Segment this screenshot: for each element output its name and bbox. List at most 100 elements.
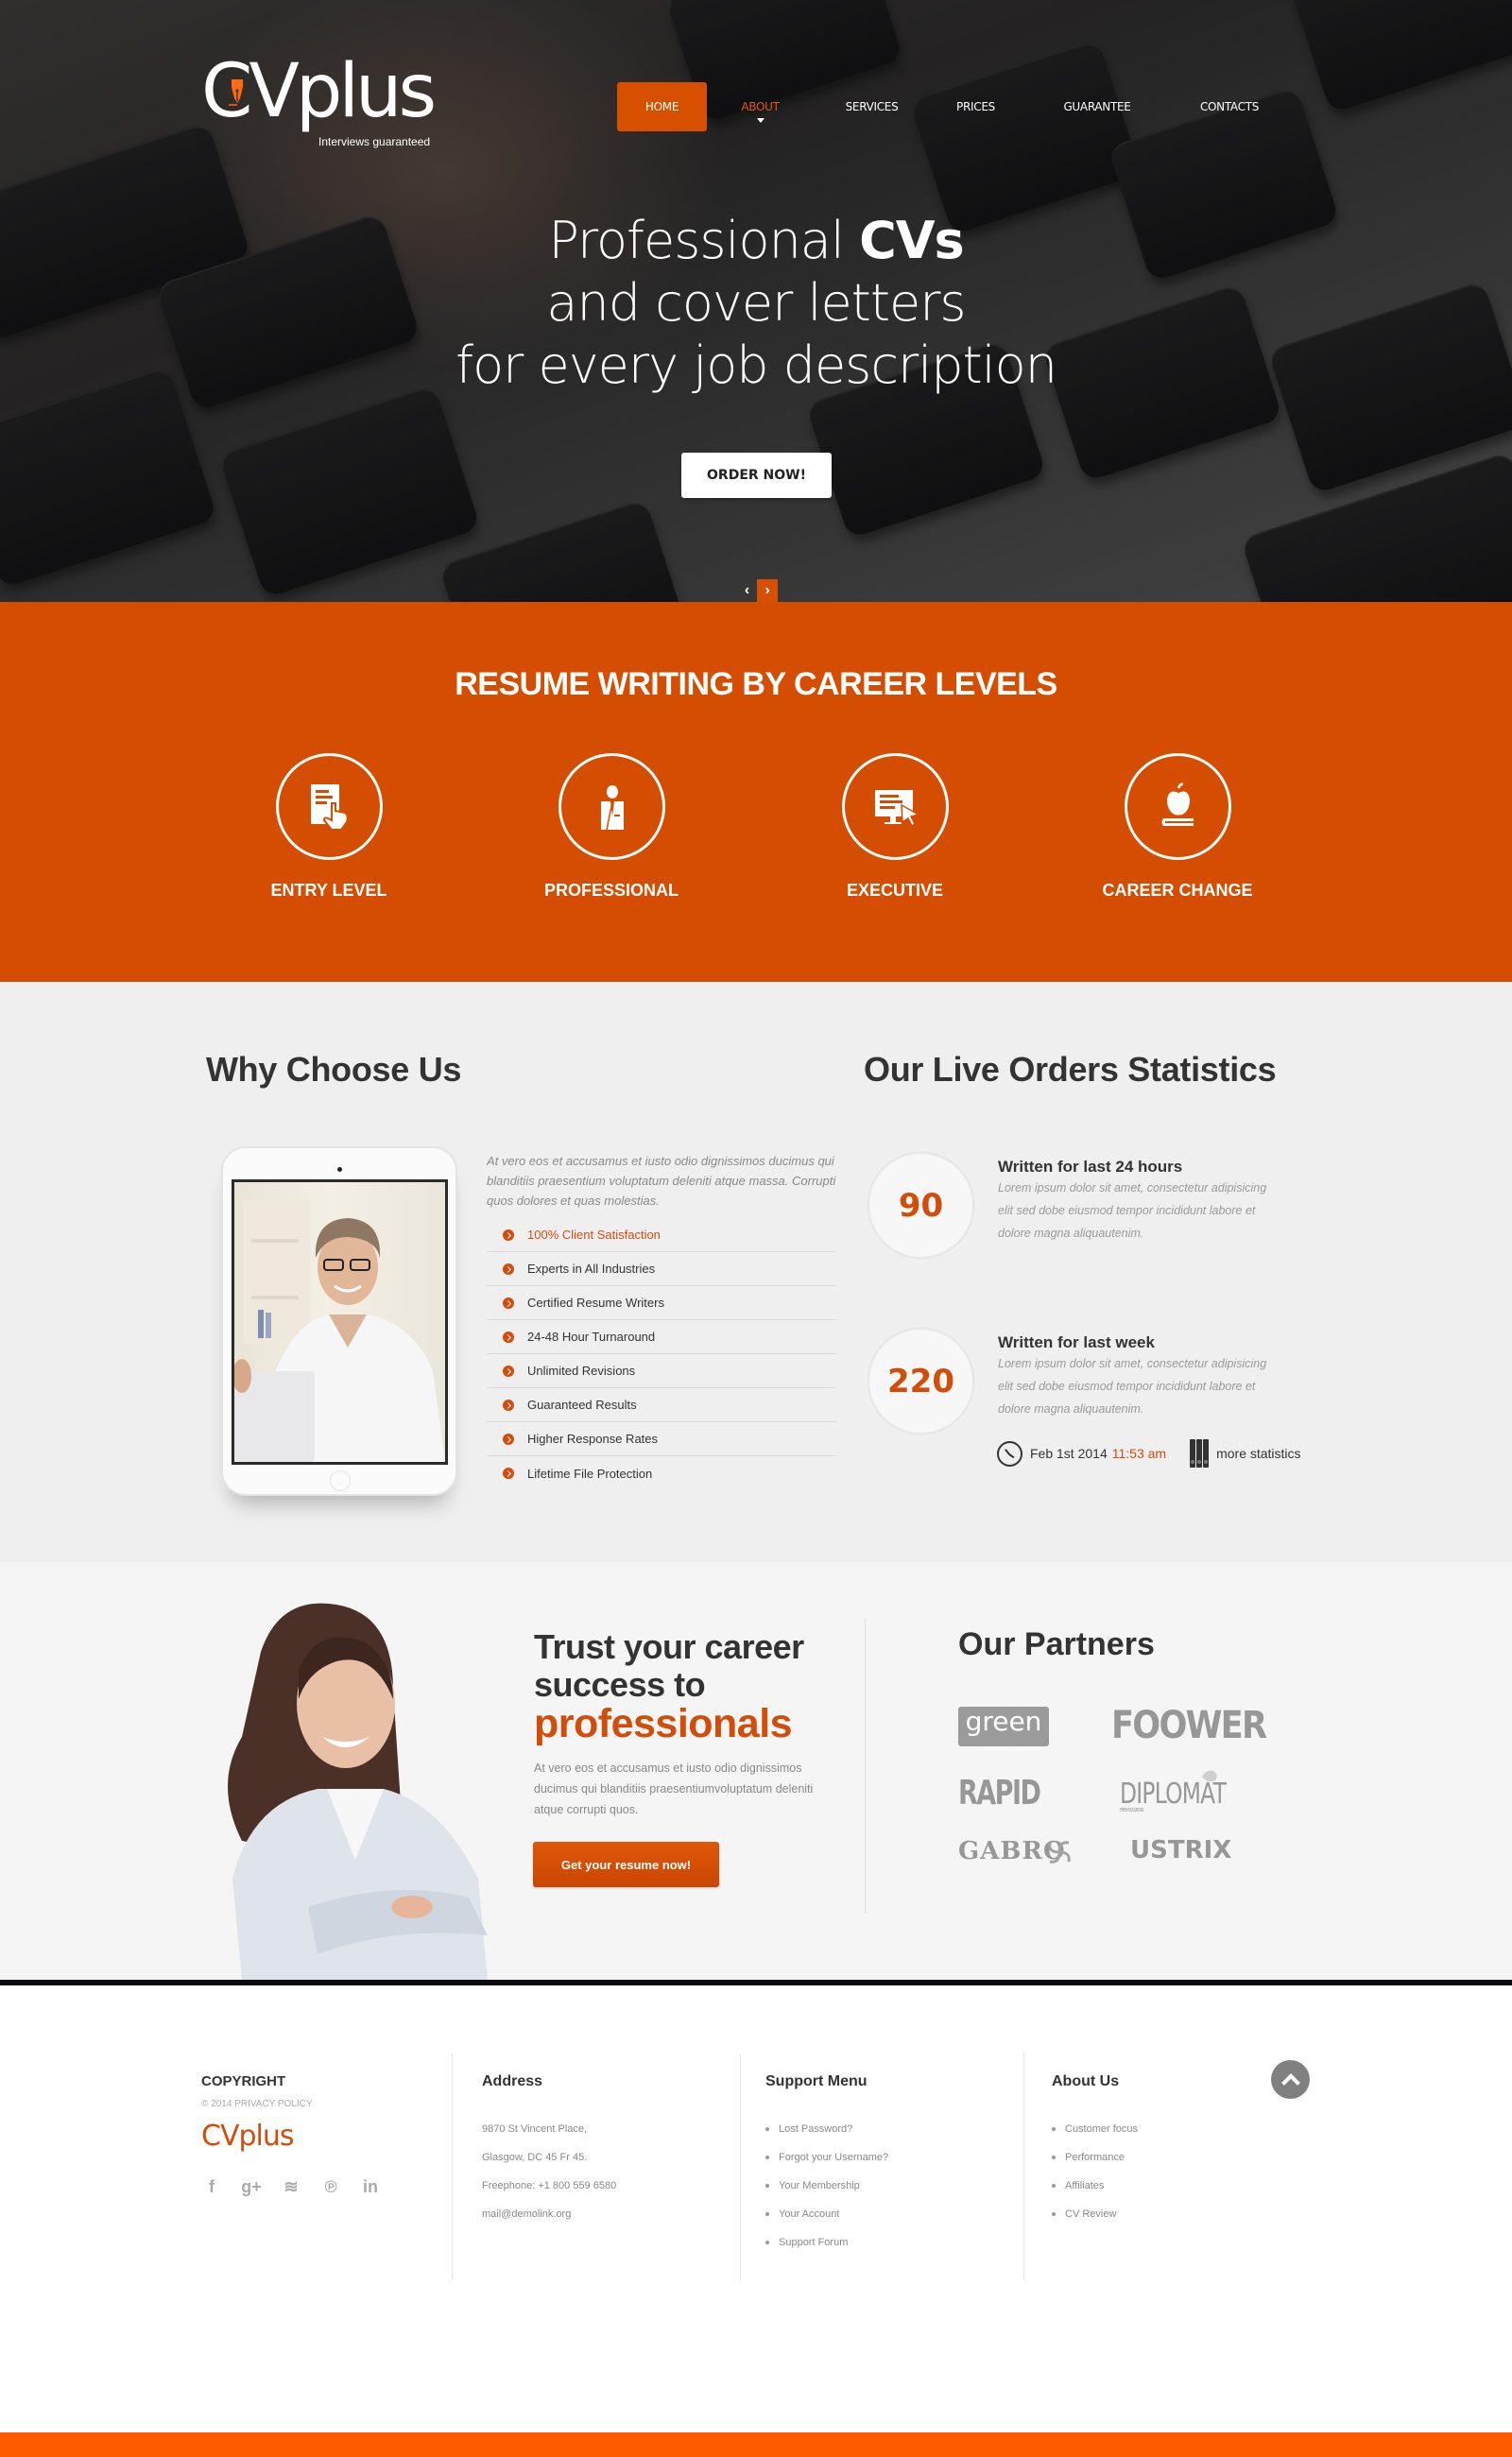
address-phone: Freephone: +1 800 559 6580 [482,2180,617,2191]
support-link[interactable]: Forgot your Username? [765,2143,888,2172]
partner-logo-foower[interactable]: FOOWER [1111,1704,1267,1747]
why-list-item-label: Unlimited Revisions [527,1364,636,1378]
tablet-mockup [221,1146,457,1496]
footer-privacy-policy-link[interactable]: © 2014 PRIVACY POLICY [201,2099,313,2109]
about-link[interactable]: CV Review [1052,2200,1138,2228]
tablet-screen [232,1179,448,1465]
stat-value-24h: 90 [867,1151,975,1260]
trust-line-3-highlight: professionals [534,1701,793,1746]
career-level-circle[interactable] [842,753,949,860]
career-level-label: ENTRY LEVEL [270,881,387,900]
partner-logo-green[interactable]: green PROFESSIONAL RESEARCHES [958,1706,1049,1752]
stats-title: Our Live Orders Statistics [864,1050,1277,1089]
google-plus-icon[interactable]: g+ [241,2177,262,2197]
order-now-button[interactable]: ORDER NOW! [681,453,832,498]
slider-prev-icon[interactable]: ‹ [737,579,757,602]
nav-about[interactable]: ABOUT [707,82,814,131]
partner-logo-text: green [965,1706,1042,1737]
why-list-item-label: Certified Resume Writers [527,1296,664,1310]
about-link[interactable]: Performance [1052,2143,1138,2172]
vertical-divider [865,1619,866,1914]
about-link[interactable]: Customer focus [1052,2115,1138,2143]
footer-support-title: Support Menu [765,2073,868,2089]
trust-partners-section: Trust your career success to professiona… [0,1562,1512,1980]
back-to-top-icon[interactable] [1271,2060,1310,2099]
arrow-bullet-icon [503,1365,514,1377]
footer-support-links: Lost Password? Forgot your Username? You… [765,2115,888,2257]
why-list-item: Lifetime File Protection [487,1456,836,1490]
fountain-pen-icon [229,79,243,106]
tablet-home-button [330,1470,351,1491]
stats-meta: Feb 1st 2014 11:53 am more statistics [997,1439,1301,1468]
woman-illustration [228,1603,488,1980]
facebook-icon[interactable]: f [201,2177,222,2197]
hero-line-3: for every job description [455,335,1057,395]
footer-logo[interactable]: CVplus [201,2120,294,2153]
why-list-item-label: Guaranteed Results [527,1398,637,1412]
nav-prices-label: PRICES [956,100,995,113]
why-list-item: Certified Resume Writers [487,1286,836,1320]
address-email-link[interactable]: mail@demolink.org [482,2200,616,2228]
why-list-item: Higher Response Rates [487,1422,836,1456]
stat-desc-24h: Lorem ipsum dolor sit amet, consectetur … [998,1181,1267,1240]
nav-guarantee[interactable]: GUARANTEE [1022,82,1173,131]
partner-logo-rapid[interactable]: RAPID [958,1774,1041,1813]
more-statistics-link[interactable]: more statistics [1216,1446,1300,1461]
nav-home-label: HOME [644,100,679,113]
partner-logo-sub: FRESH SOLUTIONS [1120,1808,1144,1813]
stat-desc-week: Lorem ipsum dolor sit amet, consectetur … [998,1357,1267,1416]
why-intro-text: At vero eos et accusamus et iusto odio d… [487,1154,836,1208]
trust-headline: Trust your career success to professiona… [534,1628,804,1744]
about-link[interactable]: Affiliates [1052,2172,1138,2200]
businessman-icon [600,784,624,830]
why-list-item-label: Experts in All Industries [527,1262,656,1276]
why-list-item-label: 100% Client Satisfaction [527,1228,661,1242]
address-line: 9870 St Vincent Place, [482,2123,588,2135]
trust-line-2: success to [534,1665,706,1704]
career-level-circle[interactable] [558,753,665,860]
logo[interactable]: CVplus Interviews guaranteed [201,49,447,159]
hero-line-1-bold: CVs [859,211,965,270]
apple-book-icon [1161,782,1194,826]
pinterest-icon[interactable]: ℗ [320,2177,341,2197]
career-level-circle[interactable] [276,753,383,860]
rss-icon[interactable]: ≋ [281,2177,301,2197]
clock-icon [997,1440,1022,1467]
main-nav: HOME ABOUT SERVICES PRICES GUARANTEE CON… [617,82,1286,131]
nav-services[interactable]: SERVICES [814,82,930,131]
tablet-touch-icon [310,783,349,831]
support-link[interactable]: Your Membership [765,2172,888,2200]
trust-line-1: Trust your career [534,1627,804,1666]
support-link[interactable]: Your Account [765,2200,888,2228]
arrow-bullet-icon [503,1433,514,1445]
slider-next-icon[interactable]: › [757,579,778,602]
why-list-item-label: 24-48 Hour Turnaround [527,1330,656,1344]
bottom-accent-strip [0,2432,1512,2457]
arrow-bullet-icon [503,1468,514,1479]
career-level-circle[interactable] [1125,753,1231,860]
footer-about-title: About Us [1052,2073,1120,2089]
stat-value-week: 220 [867,1327,975,1435]
partner-logo-sub: PROFESSIONAL RESEARCHES [983,1747,1042,1752]
footer-address-lines: 9870 St Vincent Place, Glasgow, DC 45 Fr… [482,2115,616,2228]
arrow-bullet-icon [503,1228,514,1241]
footer: COPYRIGHT © 2014 PRIVACY POLICY CVplus f… [0,1985,1512,2432]
professional-woman-photo [204,1595,525,1980]
trust-text: At vero eos et accusamus et iusto odio d… [534,1761,814,1816]
nav-prices[interactable]: PRICES [930,82,1022,131]
logo-tagline: Interviews guaranteed [318,135,431,148]
get-resume-button[interactable]: Get your resume now! [533,1842,719,1887]
tablet-camera [337,1167,342,1172]
nav-home[interactable]: HOME [617,82,707,131]
nav-contacts[interactable]: CONTACTS [1173,82,1286,131]
partner-logo-ustrix[interactable]: USTRIX [1130,1836,1231,1864]
linkedin-icon[interactable]: in [360,2177,381,2197]
why-list-item: 100% Client Satisfaction [487,1218,836,1252]
support-link[interactable]: Lost Password? [765,2115,888,2143]
dropdown-caret-icon [756,118,765,123]
footer-copyright-title: COPYRIGHT [201,2073,286,2089]
why-list-item: Experts in All Industries [487,1252,836,1286]
career-level-label: EXECUTIVE [846,881,944,900]
support-link[interactable]: Support Forum [765,2228,888,2257]
man-illustration [234,1201,445,1462]
